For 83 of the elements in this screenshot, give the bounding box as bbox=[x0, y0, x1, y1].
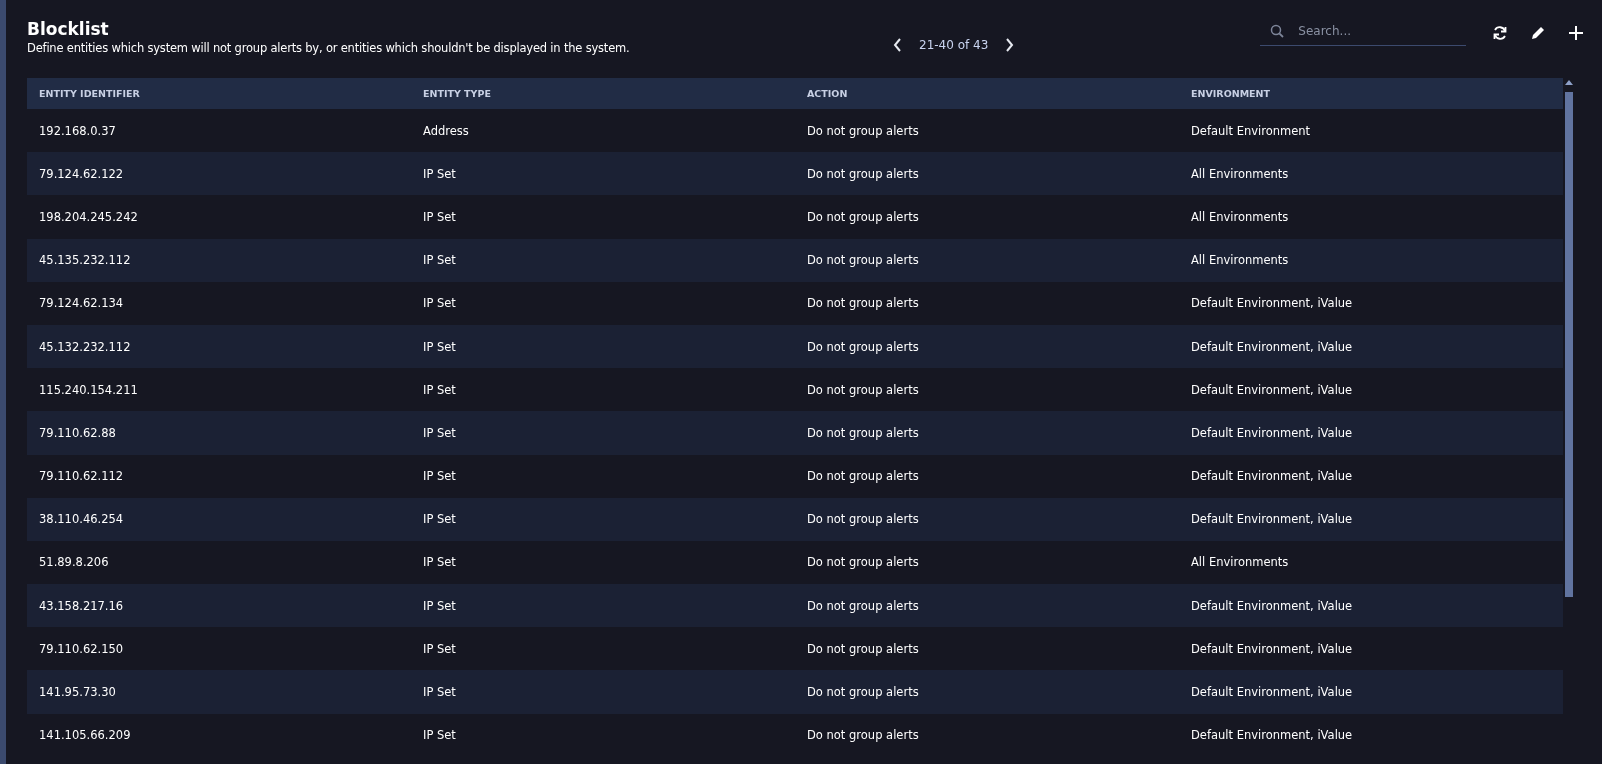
table-cell: 141.95.73.30 bbox=[39, 685, 116, 700]
column-header: ENTITY TYPE bbox=[423, 88, 491, 99]
table-cell: Address bbox=[423, 123, 469, 138]
table-cell: All Environments bbox=[1191, 209, 1289, 224]
column-header: ACTION bbox=[807, 88, 848, 99]
table-cell: IP Set bbox=[423, 512, 456, 527]
table-cell: Do not group alerts bbox=[807, 685, 919, 700]
table-cell: IP Set bbox=[423, 728, 456, 743]
table-row[interactable]: 79.110.62.88 IP Set Do not group alerts Default Environment, iValue bbox=[27, 411, 1563, 455]
table-cell: IP Set bbox=[423, 685, 456, 700]
table-cell: 115.240.154.211 bbox=[39, 382, 138, 397]
table-cell: Default Environment, iValue bbox=[1191, 728, 1353, 743]
table-cell: Do not group alerts bbox=[807, 123, 919, 138]
table-cell: IP Set bbox=[423, 641, 456, 656]
table-cell: Default Environment, iValue bbox=[1191, 685, 1353, 700]
table-cell: IP Set bbox=[423, 469, 456, 484]
page-title: Blocklist bbox=[27, 18, 110, 40]
page-range: 21-40 of 43 bbox=[919, 38, 989, 52]
table-cell: Do not group alerts bbox=[807, 425, 919, 440]
table-cell: IP Set bbox=[423, 555, 456, 570]
scrollbar-thumb[interactable] bbox=[1565, 92, 1573, 597]
table-cell: Default Environment bbox=[1191, 123, 1311, 138]
table-row[interactable]: 141.95.73.30 IP Set Do not group alerts Default Environment, iValue bbox=[27, 670, 1563, 714]
table-cell: Default Environment, iValue bbox=[1191, 598, 1353, 613]
column-header: ENVIRONMENT bbox=[1191, 88, 1271, 99]
table-cell: 45.135.232.112 bbox=[39, 253, 131, 268]
table-cell: All Environments bbox=[1191, 166, 1289, 181]
table-cell: 192.168.0.37 bbox=[39, 123, 116, 138]
table-row[interactable]: 45.132.232.112 IP Set Do not group alerts Default Environment, iValue bbox=[27, 324, 1563, 369]
table-cell: Do not group alerts bbox=[807, 382, 919, 397]
table-cell: 79.124.62.134 bbox=[39, 296, 124, 311]
table-cell: Default Environment, iValue bbox=[1191, 512, 1353, 527]
table-cell: IP Set bbox=[423, 209, 456, 224]
table-cell: IP Set bbox=[423, 382, 456, 397]
table-cell: All Environments bbox=[1191, 555, 1289, 570]
table-cell: Default Environment, iValue bbox=[1191, 339, 1353, 354]
table-cell: Default Environment, iValue bbox=[1191, 425, 1353, 440]
table-cell: IP Set bbox=[423, 339, 456, 354]
scroll-up-arrow-icon bbox=[1565, 80, 1573, 85]
table-cell: 79.124.62.122 bbox=[39, 166, 124, 181]
table-cell: Do not group alerts bbox=[807, 641, 919, 656]
pencil-icon bbox=[1530, 25, 1547, 41]
table-cell: IP Set bbox=[423, 296, 456, 311]
table-cell: 79.110.62.112 bbox=[39, 469, 124, 484]
table-cell: IP Set bbox=[423, 166, 456, 181]
table-cell: Do not group alerts bbox=[807, 555, 919, 570]
table-cell: Do not group alerts bbox=[807, 339, 919, 354]
table-cell: Default Environment, iValue bbox=[1191, 296, 1353, 311]
table-cell: 45.132.232.112 bbox=[39, 339, 131, 354]
table-row[interactable]: 43.158.217.16 IP Set Do not group alerts Default Environment, iValue bbox=[27, 584, 1563, 628]
table-row[interactable]: 45.135.232.112 IP Set Do not group alerts All Environments bbox=[27, 238, 1563, 282]
table-cell: IP Set bbox=[423, 253, 456, 268]
table-cell: 141.105.66.209 bbox=[39, 728, 131, 743]
table-cell: Do not group alerts bbox=[807, 512, 919, 527]
table-row[interactable]: 38.110.46.254 IP Set Do not group alerts Default Environment, iValue bbox=[27, 497, 1563, 541]
table-cell: 79.110.62.88 bbox=[39, 425, 116, 440]
table-cell: 43.158.217.16 bbox=[39, 598, 124, 613]
table-cell: Do not group alerts bbox=[807, 598, 919, 613]
table-cell: 38.110.46.254 bbox=[39, 512, 124, 527]
plus-icon bbox=[1568, 25, 1585, 41]
table-row[interactable]: 79.124.62.122 IP Set Do not group alerts All Environments bbox=[27, 152, 1563, 196]
table-cell: Default Environment, iValue bbox=[1191, 382, 1353, 397]
table-cell: All Environments bbox=[1191, 253, 1289, 268]
search-field[interactable]: Search... bbox=[1260, 16, 1467, 46]
table-cell: Do not group alerts bbox=[807, 728, 919, 743]
table-cell: Do not group alerts bbox=[807, 253, 919, 268]
table-cell: Do not group alerts bbox=[807, 469, 919, 484]
table-cell: IP Set bbox=[423, 425, 456, 440]
table-cell: Do not group alerts bbox=[807, 209, 919, 224]
table-cell: 51.89.8.206 bbox=[39, 555, 109, 570]
table-cell: Default Environment, iValue bbox=[1191, 469, 1353, 484]
refresh-icon bbox=[1492, 25, 1509, 41]
table-cell: Do not group alerts bbox=[807, 166, 919, 181]
table-cell: 198.204.245.242 bbox=[39, 209, 138, 224]
table-cell: 79.110.62.150 bbox=[39, 641, 124, 656]
column-header: ENTITY IDENTIFIER bbox=[39, 88, 140, 99]
table-cell: Default Environment, iValue bbox=[1191, 641, 1353, 656]
search-icon bbox=[1270, 24, 1285, 38]
table-cell: IP Set bbox=[423, 598, 456, 613]
table-cell: Do not group alerts bbox=[807, 296, 919, 311]
chevron-left-icon bbox=[893, 38, 903, 52]
chevron-right-icon bbox=[1004, 38, 1015, 52]
page-description: Define entities which system will not group alerts by, or entities which shouldn't be displayed in the system. bbox=[27, 40, 631, 56]
